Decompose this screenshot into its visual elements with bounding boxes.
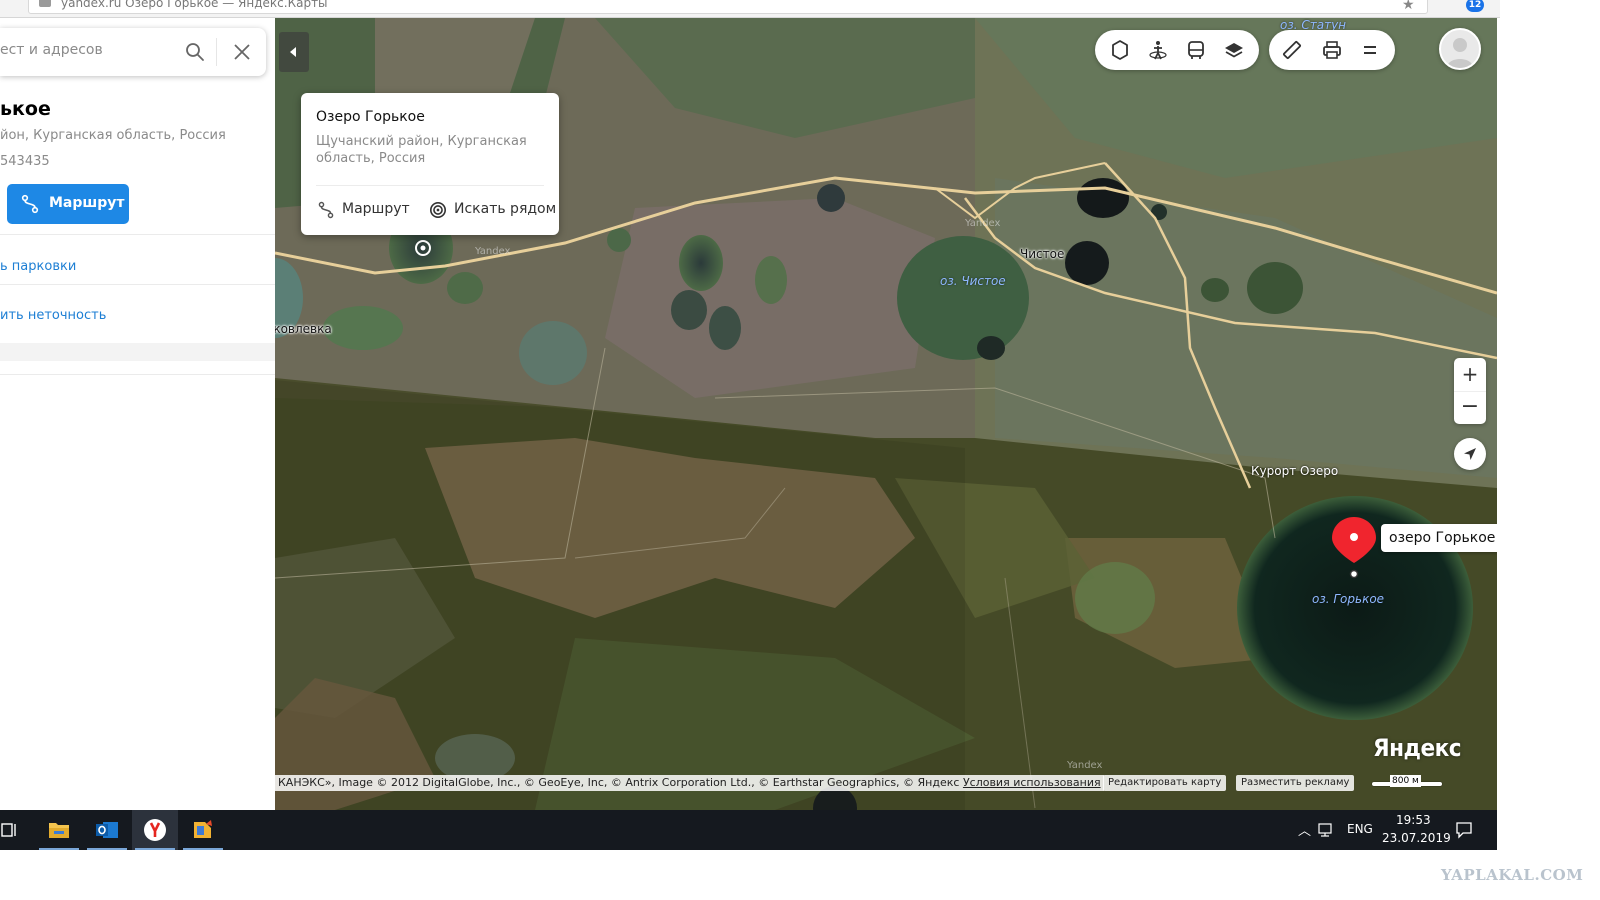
taskbar-app[interactable] — [180, 810, 226, 850]
menu-icon[interactable] — [1359, 39, 1381, 61]
map-copyright: КАНЭКС», Image © 2012 DigitalGlobe, Inc.… — [275, 775, 1104, 791]
map-label-kurort: Курорт Озеро — [1251, 464, 1339, 478]
taskbar-outlook[interactable] — [84, 810, 130, 850]
map-scale: 800 м — [1370, 774, 1445, 792]
search-input[interactable]: ест и адресов — [0, 42, 103, 58]
imagery-watermark: Yandex — [965, 218, 1001, 229]
map-label-gorkoe-lake: оз. Горькое — [1312, 592, 1385, 606]
outlook-icon — [96, 822, 118, 838]
taskbar-yandex-browser[interactable] — [132, 810, 178, 850]
selected-point-marker[interactable] — [414, 239, 432, 257]
user-icon — [1447, 38, 1473, 68]
clock-date[interactable]: 23.07.2019 — [1382, 831, 1451, 845]
notification-icon[interactable] — [1455, 821, 1473, 839]
panel-divider — [0, 374, 275, 375]
geolocation-button[interactable] — [1454, 438, 1486, 470]
popup-divider — [316, 185, 544, 186]
task-view-icon[interactable] — [0, 822, 20, 838]
popup-nearby-label: Искать рядом — [454, 201, 557, 217]
site-watermark: YAPLAKAL.COM — [1441, 866, 1584, 884]
traffic-icon[interactable] — [1109, 39, 1131, 61]
print-icon[interactable] — [1321, 39, 1343, 61]
bookmark-star-icon[interactable]: ★ — [1402, 0, 1415, 13]
clock-time[interactable]: 19:53 — [1396, 813, 1431, 827]
popup-route-label: Маршрут — [342, 201, 410, 217]
zoom-controls: + − — [1454, 358, 1486, 424]
search-divider — [216, 38, 217, 66]
imagery-watermark: Yandex — [475, 246, 511, 257]
route-icon — [21, 194, 39, 214]
panorama-icon[interactable] — [1147, 39, 1169, 61]
layers-icon[interactable] — [1223, 39, 1245, 61]
map-tools-controls — [1269, 30, 1395, 70]
address-bar[interactable]: yandex.ru Озеро Горькое — Яндекс.Карты — [28, 0, 1428, 14]
collapse-panel-button[interactable] — [279, 32, 309, 72]
transit-icon[interactable] — [1185, 39, 1207, 61]
yandex-logo: Яндекс — [1373, 734, 1462, 762]
panel-divider — [0, 234, 275, 235]
search-box[interactable]: ест и адресов — [0, 28, 266, 76]
scale-label: 800 м — [1390, 775, 1421, 787]
advertise-link[interactable]: Разместить рекламу — [1236, 775, 1355, 791]
route-button-label: Маршрут — [49, 195, 125, 211]
folder-icon — [49, 823, 69, 838]
pin-label[interactable]: озеро Горькое — [1381, 524, 1497, 552]
app-icon — [194, 820, 212, 838]
yandex-browser-icon — [144, 819, 166, 841]
popup-title: Озеро Горькое — [316, 109, 425, 125]
map-label-chistoe-village: Чистое — [1020, 247, 1065, 261]
popup-address: Щучанский район, Курганская область, Рос… — [316, 134, 527, 166]
parking-link[interactable]: ь парковки — [0, 259, 76, 274]
report-inaccuracy-link[interactable]: ить неточность — [0, 308, 106, 323]
browser-toolbar: yandex.ru Озеро Горькое — Яндекс.Карты ★… — [0, 0, 1500, 18]
map-view[interactable]: оз. Статун Чистое оз. Чистое Яковлевка К… — [275, 18, 1497, 810]
input-language[interactable]: ENG — [1347, 822, 1373, 836]
place-title: ькое — [0, 98, 51, 120]
side-panel: ест и адресов ькое йон, Курганская облас… — [0, 18, 275, 810]
map-label-yakovlevka: Яковлевка — [275, 322, 332, 336]
panel-spacer — [0, 343, 275, 361]
map-layers-controls — [1095, 30, 1259, 70]
windows-taskbar: ︿ ENG 19:53 23.07.2019 — [0, 810, 1497, 850]
zoom-in-button[interactable]: + — [1454, 358, 1486, 391]
panel-divider — [0, 284, 275, 285]
tray-expand-icon[interactable]: ︿ — [1298, 820, 1311, 839]
place-pin-icon[interactable] — [1330, 515, 1378, 579]
route-button[interactable]: Маршрут — [7, 184, 129, 224]
locate-arrow-icon — [1464, 448, 1476, 460]
map-label-chistoe-lake: оз. Чистое — [940, 274, 1006, 288]
search-icon[interactable] — [184, 41, 206, 63]
taskbar-file-explorer[interactable] — [36, 810, 82, 850]
address-text: yandex.ru Озеро Горькое — Яндекс.Карты — [61, 0, 328, 10]
place-popup: Озеро Горькое Щучанский район, Курганска… — [301, 93, 559, 235]
site-icon — [39, 0, 51, 7]
close-icon[interactable] — [232, 42, 252, 62]
place-coordinates[interactable]: 543435 — [0, 154, 50, 169]
place-address: йон, Курганская область, Россия — [0, 128, 226, 143]
zoom-out-button[interactable]: − — [1454, 391, 1486, 424]
extension-badge[interactable]: 12 — [1466, 0, 1484, 12]
terms-link[interactable]: Условия использования — [963, 776, 1101, 789]
search-nearby-icon — [429, 201, 447, 219]
network-icon[interactable] — [1318, 822, 1336, 838]
user-avatar[interactable] — [1439, 28, 1481, 70]
copyright-text: КАНЭКС», Image © 2012 DigitalGlobe, Inc.… — [278, 776, 960, 789]
ruler-icon[interactable] — [1281, 39, 1303, 61]
route-icon — [318, 201, 334, 219]
edit-map-link[interactable]: Редактировать карту — [1103, 775, 1227, 791]
imagery-watermark: Yandex — [1067, 760, 1103, 771]
